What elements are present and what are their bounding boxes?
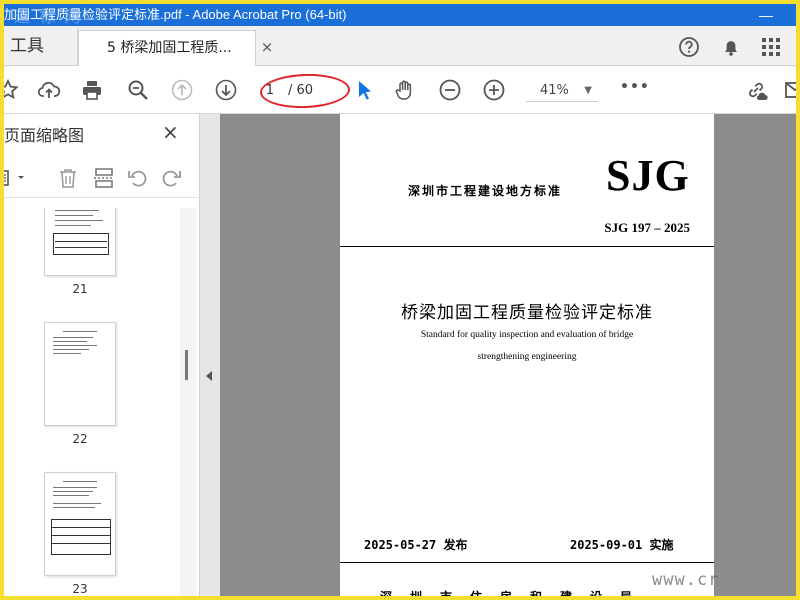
- options-menu-icon[interactable]: [4, 166, 24, 190]
- thumbnail-list: 21 22 23: [4, 208, 180, 596]
- pdf-page: 深圳市工程建设地方标准 SJG SJG 197 – 2025 桥梁加固工程质量检…: [340, 114, 714, 596]
- zoom-level-value: 41%: [540, 83, 569, 98]
- issue-date: 2025-05-27 发布: [364, 538, 468, 552]
- minimize-button[interactable]: —: [746, 4, 786, 26]
- thumbnail-label-22: 22: [72, 432, 88, 446]
- thumbnail-label-23: 23: [72, 582, 88, 596]
- cloud-upload-icon[interactable]: [37, 78, 61, 102]
- thumbnail-page-23[interactable]: [44, 472, 116, 576]
- zoom-search-icon[interactable]: [126, 78, 150, 102]
- more-tools-icon[interactable]: •••: [620, 79, 649, 103]
- share-link-icon[interactable]: [744, 78, 768, 102]
- corner-watermark: www.cr: [652, 570, 720, 590]
- main-toolbar: 1 / 60 41% ▼ •••: [4, 66, 796, 114]
- thumbnail-scrollbar-thumb[interactable]: [185, 350, 188, 380]
- zoom-out-icon[interactable]: [438, 78, 462, 102]
- title-english-line2: strengthening engineering: [477, 352, 577, 362]
- standard-category: 深圳市工程建设地方标准: [408, 184, 563, 198]
- chevron-down-icon: ▼: [584, 85, 592, 96]
- hand-tool-icon[interactable]: [393, 78, 417, 102]
- tab-document[interactable]: 5 桥梁加固工程质...: [78, 30, 256, 66]
- delete-page-icon[interactable]: [56, 166, 80, 190]
- rotate-left-icon[interactable]: [126, 166, 150, 190]
- issuing-authority: 深圳市住房和建设局: [380, 588, 650, 596]
- effective-date: 2025-09-01 实施: [570, 538, 674, 552]
- thumbnail-panel: 页面缩略图 × 21 22 23: [4, 114, 200, 596]
- thumbnail-scrollbar[interactable]: [180, 208, 196, 596]
- next-page-icon[interactable]: [214, 78, 238, 102]
- extract-page-icon[interactable]: [92, 166, 116, 190]
- help-icon[interactable]: [678, 36, 700, 58]
- title-bar: 加固工程质量检验评定标准.pdf - Adobe Acrobat Pro (64…: [4, 4, 796, 26]
- thumbnail-page-22[interactable]: [44, 322, 116, 426]
- site-watermark: 道 标 网: [14, 7, 83, 26]
- zoom-level-dropdown[interactable]: 41% ▼: [526, 80, 598, 102]
- star-icon[interactable]: [4, 78, 20, 102]
- tab-tools[interactable]: 工具: [4, 26, 78, 66]
- panel-close-button[interactable]: ×: [162, 120, 179, 144]
- select-cursor-icon[interactable]: [353, 78, 377, 102]
- acrobat-window: 加固工程质量检验评定标准.pdf - Adobe Acrobat Pro (64…: [4, 4, 796, 596]
- rotate-right-icon[interactable]: [159, 166, 183, 190]
- print-icon[interactable]: [80, 78, 104, 102]
- tab-bar: 工具 5 桥梁加固工程质... ×: [4, 26, 796, 66]
- standard-code: SJG: [606, 151, 690, 200]
- email-icon[interactable]: [784, 78, 796, 102]
- tab-close-button[interactable]: ×: [258, 38, 276, 56]
- document-view[interactable]: 深圳市工程建设地方标准 SJG SJG 197 – 2025 桥梁加固工程质量检…: [220, 114, 796, 596]
- header-rule: [340, 246, 714, 247]
- footer-rule: [340, 562, 714, 563]
- bell-icon[interactable]: [720, 36, 742, 58]
- collapse-arrow-icon: [204, 370, 214, 382]
- panel-title: 页面缩略图: [4, 126, 85, 145]
- standard-number: SJG 197 – 2025: [604, 220, 690, 235]
- zoom-in-icon[interactable]: [482, 78, 506, 102]
- panel-toolbar: [4, 158, 200, 198]
- title-chinese: 桥梁加固工程质量检验评定标准: [401, 303, 653, 323]
- highlight-circle: [259, 72, 351, 110]
- thumbnail-label-21: 21: [72, 282, 88, 296]
- previous-page-icon[interactable]: [170, 78, 194, 102]
- apps-grid-icon[interactable]: [760, 36, 782, 58]
- title-english-line1: Standard for quality inspection and eval…: [420, 330, 634, 340]
- panel-collapse-handle[interactable]: [200, 114, 220, 596]
- thumbnail-page-21[interactable]: [44, 208, 116, 276]
